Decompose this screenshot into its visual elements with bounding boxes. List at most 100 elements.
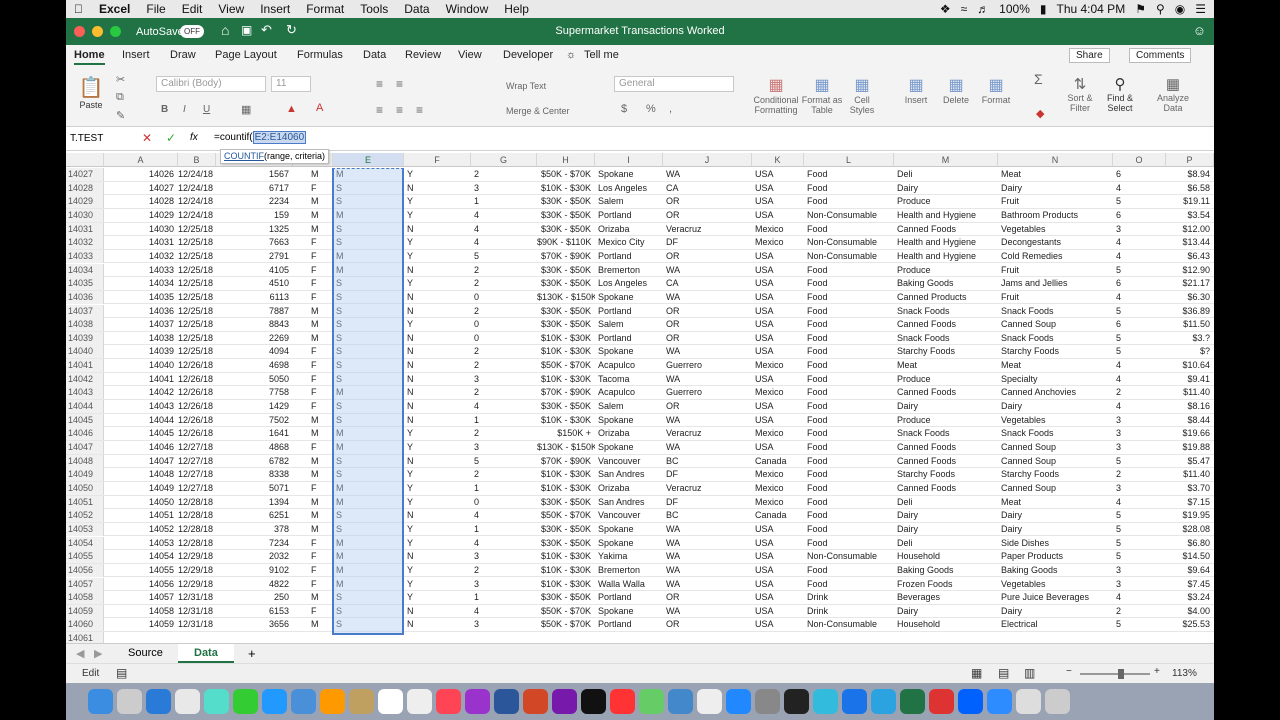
cell[interactable]: M (293, 509, 333, 522)
documents-icon[interactable] (1016, 689, 1041, 714)
cell[interactable]: 12/25/18 (178, 236, 216, 249)
tab-formulas[interactable]: Formulas (297, 49, 343, 61)
cell[interactable]: OR (663, 591, 752, 604)
cell[interactable]: Spokane (595, 605, 663, 618)
cell[interactable]: 4 (1113, 400, 1166, 413)
cell[interactable]: Baking Goods (894, 564, 998, 577)
cell[interactable]: USA (752, 209, 804, 222)
cell[interactable]: Bremerton (595, 264, 663, 277)
cell[interactable]: Canned Soup (998, 441, 1113, 454)
teams-icon[interactable] (813, 689, 838, 714)
cell[interactable]: $19.11 (1166, 195, 1214, 208)
cell[interactable]: 8843 (216, 318, 293, 331)
siri-icon[interactable]: ◉ (1175, 0, 1185, 18)
cell[interactable]: $10K - $30K (537, 564, 595, 577)
facetime-icon[interactable] (262, 689, 287, 714)
cell[interactable]: Portland (595, 591, 663, 604)
cell[interactable]: USA (752, 250, 804, 263)
cell[interactable]: Food (804, 291, 894, 304)
cell[interactable]: USA (752, 305, 804, 318)
currency-icon[interactable]: $ (621, 103, 627, 115)
cell[interactable]: N (404, 386, 471, 399)
cell[interactable]: M (293, 332, 333, 345)
cell[interactable]: Starchy Foods (894, 468, 998, 481)
cell[interactable]: 12/25/18 (178, 305, 216, 318)
cell[interactable]: OR (663, 305, 752, 318)
cell[interactable]: Dairy (894, 509, 998, 522)
cell[interactable]: 5 (1113, 550, 1166, 563)
cell[interactable]: Household (894, 550, 998, 563)
cell[interactable]: F (293, 386, 333, 399)
cell[interactable]: $7.45 (1166, 578, 1214, 591)
cell[interactable]: Deli (894, 537, 998, 550)
cell[interactable]: $3.54 (1166, 209, 1214, 222)
cell[interactable]: Produce (894, 414, 998, 427)
cell[interactable]: Food (804, 455, 894, 468)
cell[interactable]: 4094 (216, 345, 293, 358)
cell[interactable]: 4105 (216, 264, 293, 277)
skype-icon[interactable] (842, 689, 867, 714)
cell[interactable]: 14056 (104, 578, 178, 591)
cell[interactable]: 3 (471, 373, 537, 386)
column-header-a[interactable]: A (104, 153, 178, 167)
textedit-icon[interactable] (697, 689, 722, 714)
cell[interactable]: Vegetables (998, 578, 1113, 591)
cell[interactable]: 2 (471, 345, 537, 358)
cell[interactable]: Food (804, 523, 894, 536)
column-header-k[interactable]: K (752, 153, 804, 167)
cell[interactable]: Mexico (752, 482, 804, 495)
cell[interactable]: Food (804, 345, 894, 358)
cell[interactable]: 4 (471, 223, 537, 236)
fill-color-icon[interactable]: ▲ (286, 103, 297, 115)
cell[interactable]: 4868 (216, 441, 293, 454)
cell[interactable]: F (293, 277, 333, 290)
percent-icon[interactable]: % (646, 103, 656, 115)
cell[interactable]: 4 (1113, 291, 1166, 304)
scroll-left-icon[interactable]: ◀ (76, 647, 84, 660)
cell[interactable]: 14044 (104, 414, 178, 427)
appletv-icon[interactable] (581, 689, 606, 714)
cell[interactable]: OR (663, 250, 752, 263)
cell[interactable]: 14054 (104, 550, 178, 563)
cell[interactable]: 3 (1113, 578, 1166, 591)
cell[interactable]: WA (663, 605, 752, 618)
cell[interactable]: 4698 (216, 359, 293, 372)
row-header[interactable]: 14054 (66, 536, 104, 550)
cell[interactable]: USA (752, 400, 804, 413)
underline-button[interactable]: U (203, 104, 210, 115)
cell[interactable]: $11.40 (1166, 468, 1214, 481)
cell[interactable]: 12/28/18 (178, 496, 216, 509)
select-all-corner[interactable] (66, 153, 104, 167)
cell[interactable]: 2 (471, 264, 537, 277)
cell[interactable]: OR (663, 400, 752, 413)
cell[interactable]: Meat (998, 496, 1113, 509)
cell[interactable] (752, 632, 804, 643)
cell[interactable]: 12/27/18 (178, 468, 216, 481)
cell[interactable]: 14030 (104, 223, 178, 236)
cell[interactable]: 12/25/18 (178, 223, 216, 236)
tooltip-function-name[interactable]: COUNTIF (224, 151, 264, 161)
cell[interactable]: WA (663, 578, 752, 591)
cell[interactable]: Veracruz (663, 427, 752, 440)
cell[interactable]: $70K - $90K (537, 250, 595, 263)
cell[interactable]: USA (752, 564, 804, 577)
row-header[interactable]: 14037 (66, 304, 104, 318)
cell[interactable]: Food (804, 223, 894, 236)
tab-review[interactable]: Review (405, 49, 441, 61)
cell[interactable]: $10K - $30K (537, 414, 595, 427)
calendar-icon[interactable] (378, 689, 403, 714)
cell[interactable]: N (404, 373, 471, 386)
cell[interactable]: Dairy (894, 400, 998, 413)
cell[interactable]: 12/24/18 (178, 168, 216, 181)
cell[interactable]: 0 (471, 318, 537, 331)
cell[interactable]: 250 (216, 591, 293, 604)
cell[interactable]: Canned Soup (998, 318, 1113, 331)
cell[interactable]: Vancouver (595, 455, 663, 468)
cell[interactable]: Bremerton (595, 564, 663, 577)
cell[interactable]: $3.70 (1166, 482, 1214, 495)
cell[interactable]: USA (752, 318, 804, 331)
cell[interactable]: F (293, 537, 333, 550)
cell[interactable]: 14053 (104, 537, 178, 550)
cell[interactable]: $30K - $50K (537, 209, 595, 222)
cell[interactable]: Fruit (998, 264, 1113, 277)
